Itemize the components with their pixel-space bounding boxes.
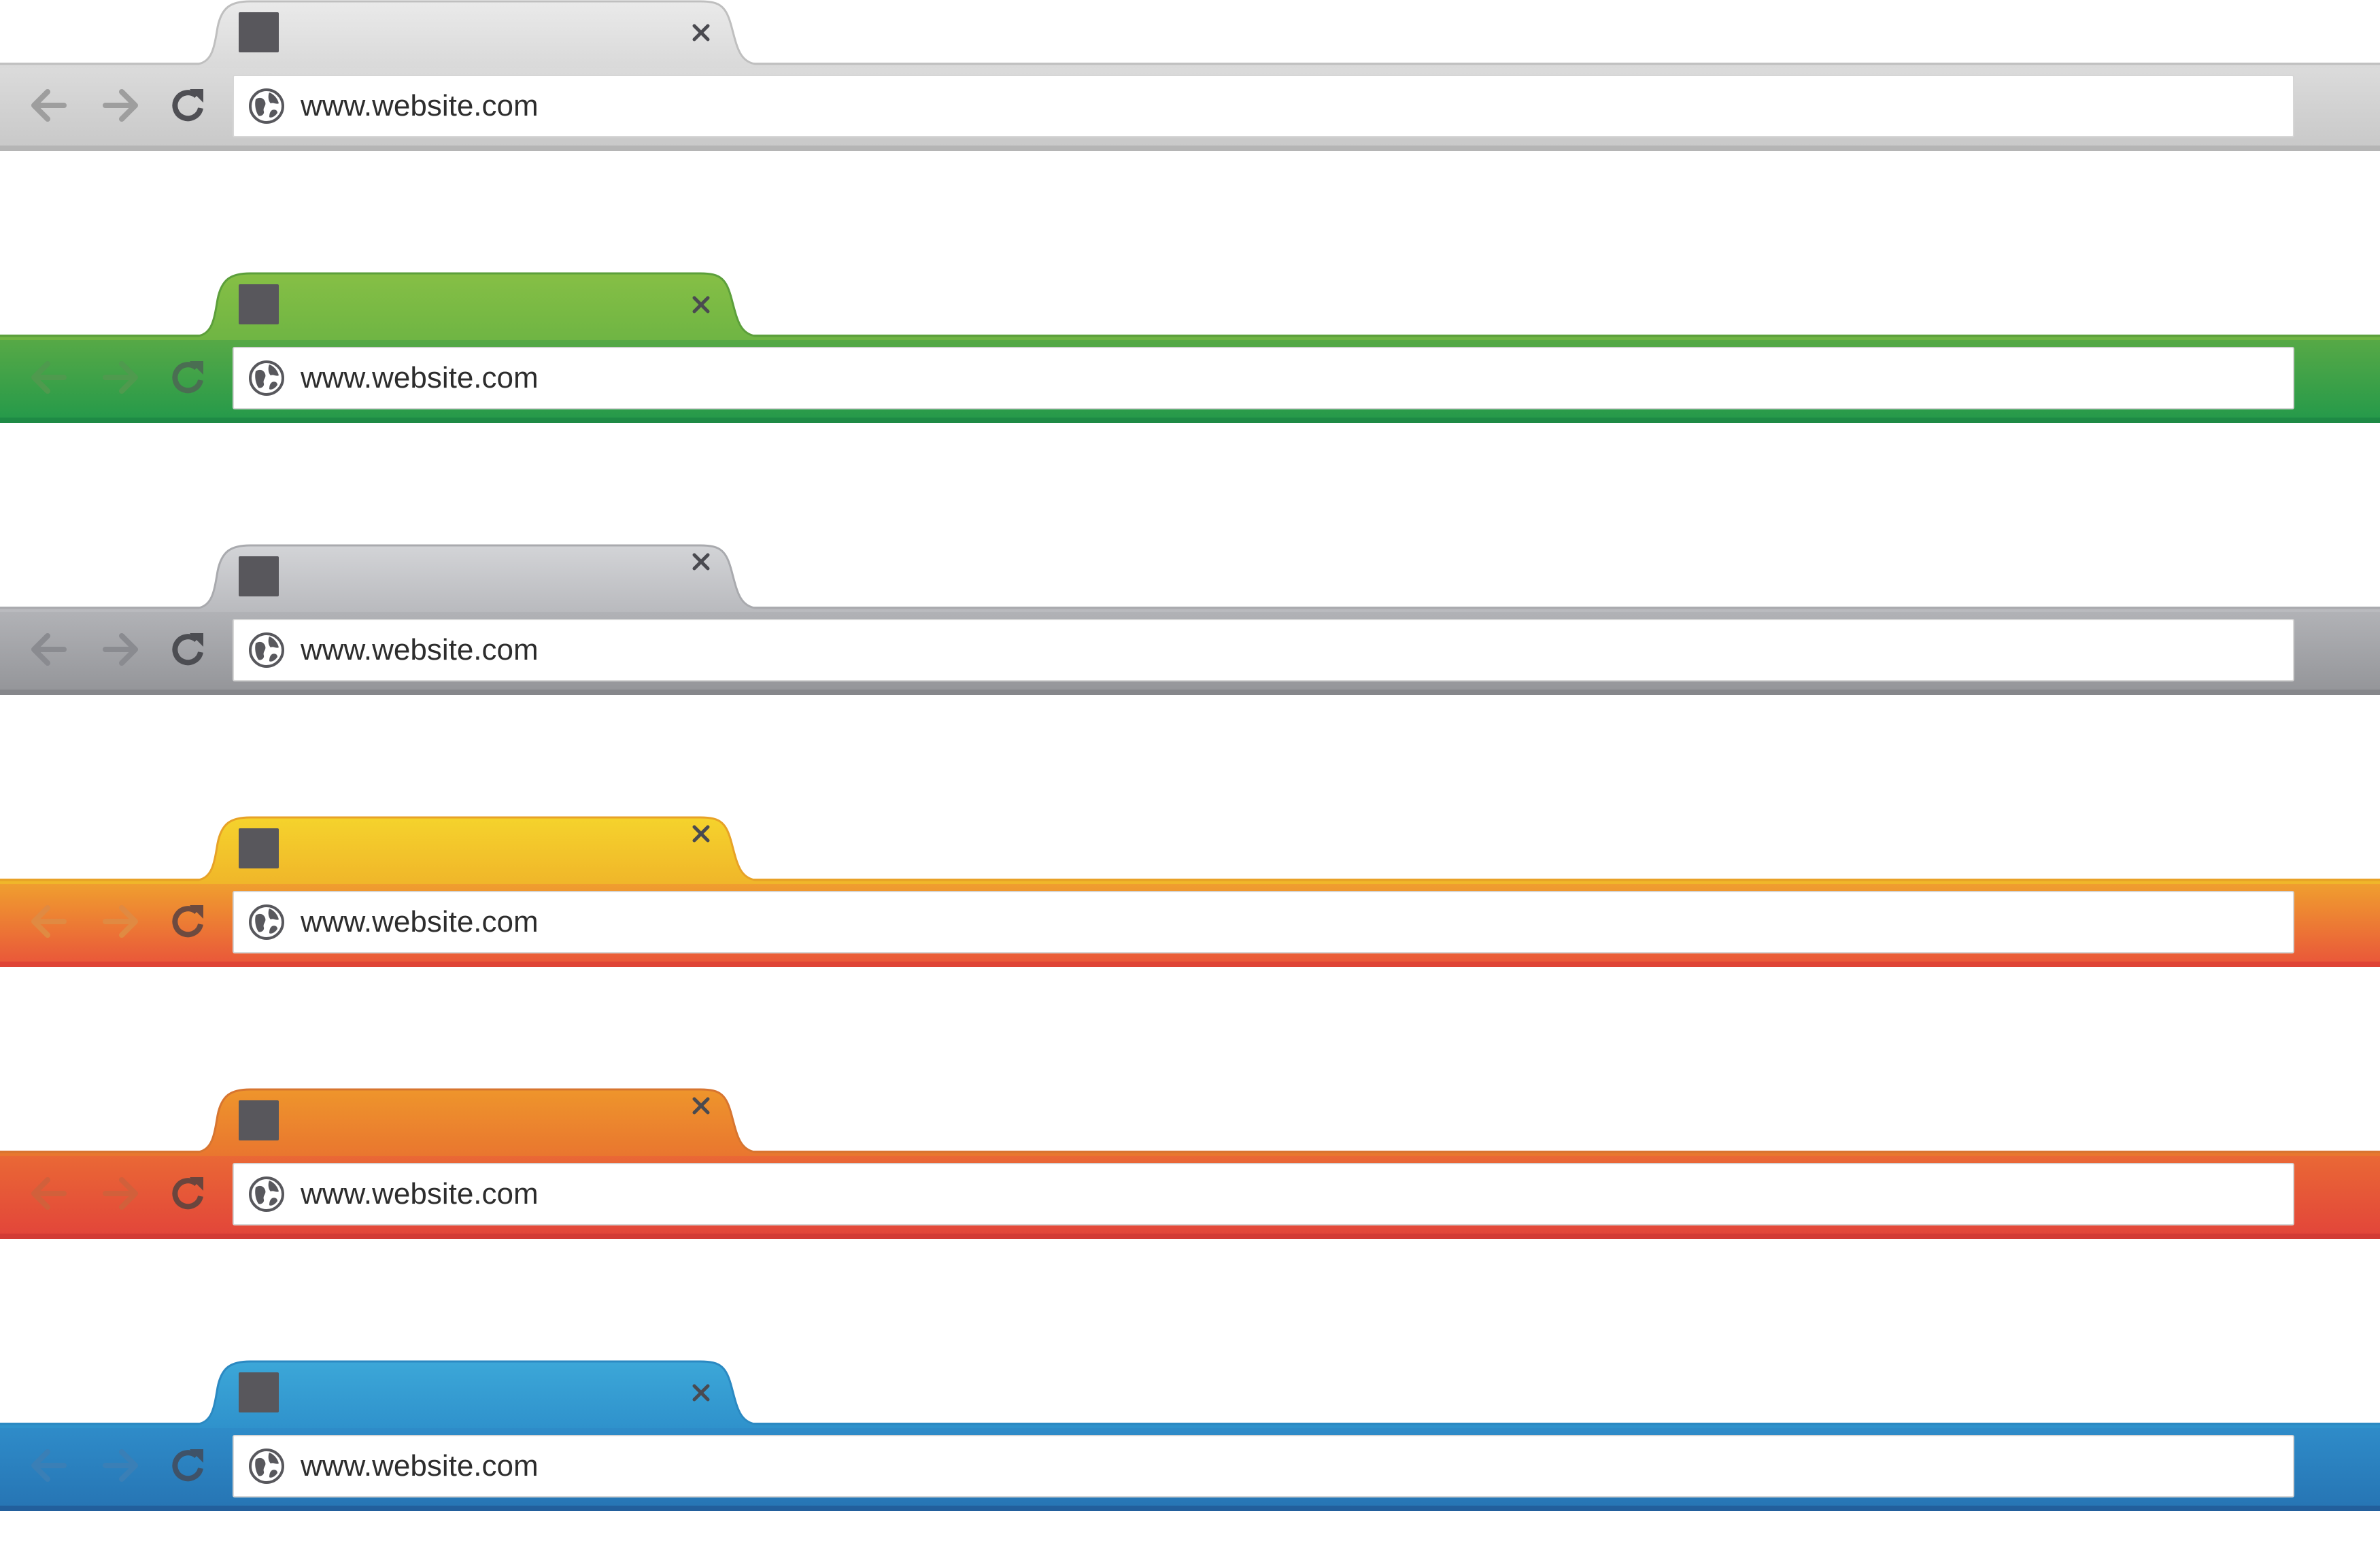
toolbar-bottom-edge [0, 1234, 2380, 1239]
forward-arrow-icon[interactable] [99, 900, 142, 943]
url-text[interactable]: www.website.com [301, 1436, 539, 1496]
globe-icon [249, 1449, 284, 1484]
url-text[interactable]: www.website.com [301, 1164, 539, 1224]
address-bar[interactable]: www.website.com [233, 347, 2294, 409]
reload-icon[interactable] [167, 356, 210, 399]
back-arrow-icon[interactable] [27, 356, 71, 399]
globe-icon [249, 632, 284, 668]
active-tab [0, 273, 2380, 340]
forward-arrow-icon[interactable] [99, 84, 142, 127]
active-tab [0, 1361, 2380, 1428]
toolbar-bottom-edge [0, 690, 2380, 695]
tab-close-icon[interactable] [687, 1092, 715, 1119]
back-arrow-icon[interactable] [27, 1172, 71, 1215]
tab-close-icon[interactable] [687, 291, 715, 318]
forward-arrow-icon[interactable] [99, 1172, 142, 1215]
back-arrow-icon[interactable] [27, 1444, 71, 1487]
toolbar-bottom-edge [0, 1506, 2380, 1511]
browser-bar-dark-gray: www.website.com [0, 544, 2380, 700]
reload-icon[interactable] [167, 628, 210, 671]
back-arrow-icon[interactable] [27, 900, 71, 943]
forward-arrow-icon[interactable] [99, 356, 142, 399]
tab-favicon-icon [239, 284, 279, 324]
url-text[interactable]: www.website.com [301, 348, 539, 408]
globe-icon [249, 904, 284, 940]
toolbar-bottom-edge [0, 962, 2380, 967]
globe-icon [249, 1176, 284, 1212]
reload-icon[interactable] [167, 900, 210, 943]
address-bar[interactable]: www.website.com [233, 619, 2294, 681]
globe-icon [249, 88, 284, 124]
tab-favicon-icon [239, 12, 279, 52]
active-tab [0, 545, 2380, 612]
browser-bar-green: www.website.com [0, 272, 2380, 428]
address-bar[interactable]: www.website.com [233, 1163, 2294, 1225]
reload-icon[interactable] [167, 1444, 210, 1487]
url-text[interactable]: www.website.com [301, 892, 539, 952]
back-arrow-icon[interactable] [27, 628, 71, 671]
forward-arrow-icon[interactable] [99, 1444, 142, 1487]
active-tab [0, 817, 2380, 884]
url-text[interactable]: www.website.com [301, 620, 539, 680]
address-bar[interactable]: www.website.com [233, 75, 2294, 137]
tab-close-icon[interactable] [687, 548, 715, 575]
address-bar[interactable]: www.website.com [233, 891, 2294, 953]
reload-icon[interactable] [167, 84, 210, 127]
tab-favicon-icon [239, 1372, 279, 1412]
toolbar-bottom-edge [0, 146, 2380, 151]
tab-close-icon[interactable] [687, 1379, 715, 1406]
tab-close-icon[interactable] [687, 820, 715, 847]
browser-bar-orange-red: www.website.com [0, 1088, 2380, 1244]
tab-favicon-icon [239, 556, 279, 596]
tab-favicon-icon [239, 828, 279, 868]
url-text[interactable]: www.website.com [301, 76, 539, 136]
forward-arrow-icon[interactable] [99, 628, 142, 671]
active-tab [0, 1089, 2380, 1156]
reload-icon[interactable] [167, 1172, 210, 1215]
tab-close-icon[interactable] [687, 19, 715, 46]
browser-bar-yellow-orange: www.website.com [0, 816, 2380, 972]
browser-bar-light-gray: www.website.com [0, 0, 2380, 156]
globe-icon [249, 360, 284, 396]
browser-bar-blue: www.website.com [0, 1360, 2380, 1517]
tab-favicon-icon [239, 1100, 279, 1140]
toolbar-bottom-edge [0, 418, 2380, 423]
active-tab [0, 1, 2380, 68]
back-arrow-icon[interactable] [27, 84, 71, 127]
address-bar[interactable]: www.website.com [233, 1435, 2294, 1497]
